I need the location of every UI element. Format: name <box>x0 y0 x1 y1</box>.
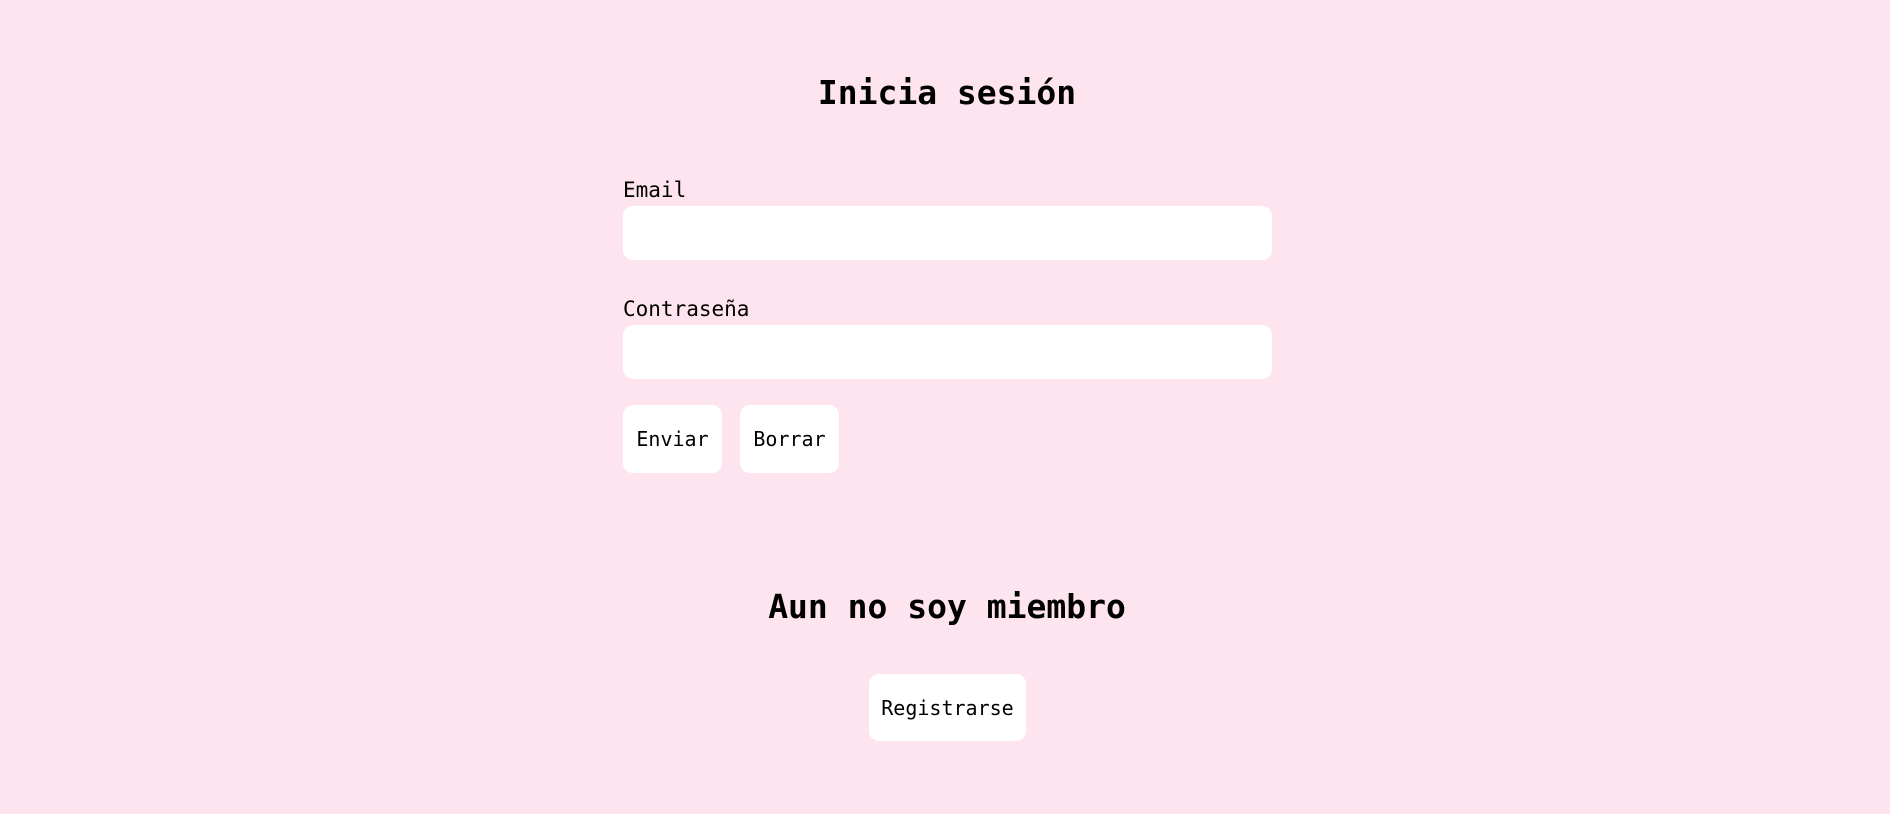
password-field[interactable] <box>623 325 1272 379</box>
email-field[interactable] <box>623 206 1272 260</box>
register-button[interactable]: Registrarse <box>869 674 1026 741</box>
password-label: Contraseña <box>623 297 750 321</box>
email-label: Email <box>623 178 687 202</box>
signup-heading: Aun no soy miembro <box>768 587 1126 626</box>
submit-button[interactable]: Enviar <box>623 405 722 473</box>
login-page: Inicia sesión Email Contraseña Enviar Bo… <box>0 0 1890 814</box>
login-heading: Inicia sesión <box>817 73 1077 112</box>
clear-button[interactable]: Borrar <box>740 405 839 473</box>
